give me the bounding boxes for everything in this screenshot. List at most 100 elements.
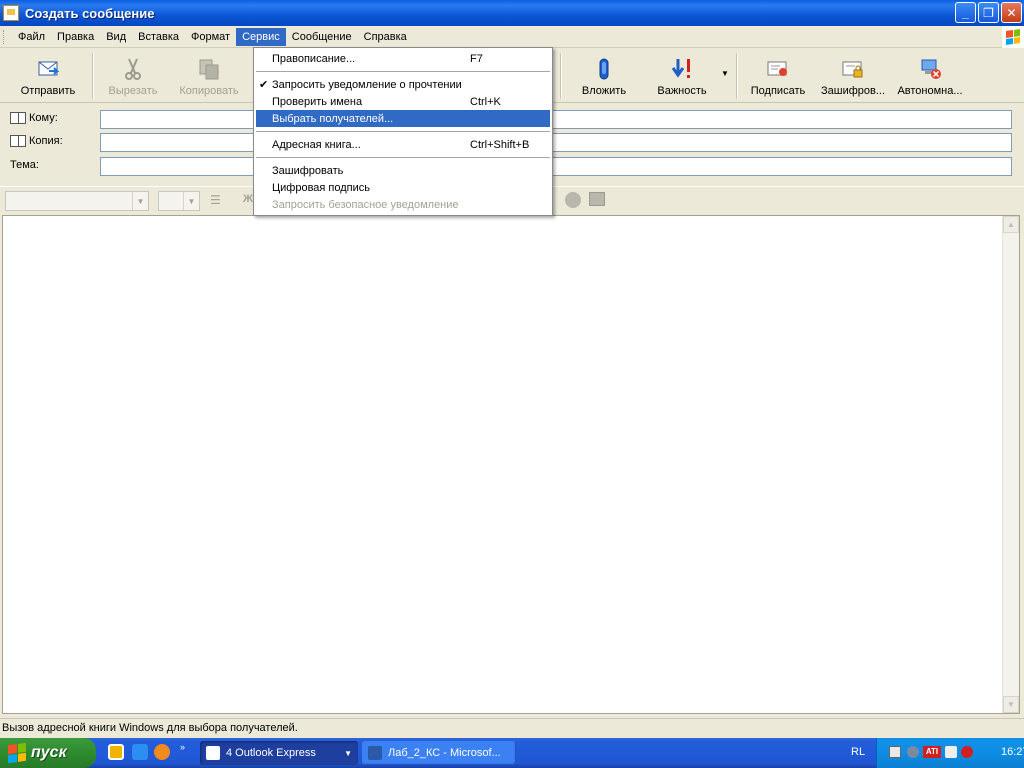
- toolbar-separator: [560, 53, 562, 99]
- menu-item-label: Цифровая подпись: [272, 181, 371, 194]
- tools-menu-item[interactable]: Выбрать получателей...: [256, 110, 550, 127]
- menu-tools[interactable]: Сервис: [236, 27, 286, 46]
- language-indicator[interactable]: RL: [851, 746, 865, 758]
- media-player-icon[interactable]: [154, 744, 170, 760]
- windows-logo-icon: [8, 742, 26, 764]
- tools-menu-dropdown: Правописание... F7 ✔ Запросить уведомление …: [253, 47, 553, 216]
- menu-item-label: Выбрать получателей...: [272, 112, 394, 125]
- status-bar: Вызов адресной книги Windows для выбора …: [0, 718, 1024, 738]
- menu-edit[interactable]: Правка: [51, 28, 100, 46]
- menu-separator: [256, 71, 550, 72]
- send-icon: [36, 57, 60, 81]
- address-book-icon: [10, 112, 26, 124]
- chevron-down-icon: ▼: [344, 748, 352, 758]
- maximize-button[interactable]: ❐: [978, 2, 999, 23]
- menu-insert[interactable]: Вставка: [132, 28, 185, 46]
- system-tray: ATI 16:27: [876, 738, 1024, 768]
- to-field[interactable]: [100, 110, 1012, 129]
- sign-button[interactable]: Подписать: [746, 53, 810, 99]
- priority-dropdown-arrow[interactable]: ▼: [721, 69, 729, 78]
- message-body[interactable]: ▲ ▼: [2, 215, 1020, 714]
- start-button[interactable]: пуск: [0, 738, 96, 768]
- menu-item-label: Правописание...: [272, 52, 356, 65]
- taskbar-item-word[interactable]: Лаб_2_КС - Microsof...: [362, 741, 516, 765]
- window-title: Создать сообщение: [25, 5, 155, 21]
- toolbar-separator: [92, 53, 94, 99]
- menu-item-label: Адресная книга...: [272, 138, 361, 151]
- ati-icon[interactable]: ATI: [923, 746, 941, 758]
- menu-file[interactable]: Файл: [12, 28, 51, 46]
- menu-bar: Файл Правка Вид Вставка Формат Сервис Со…: [0, 26, 1024, 48]
- paragraph-style-icon[interactable]: ☰: [210, 193, 221, 207]
- tools-menu-item[interactable]: ✔ Запросить уведомление о прочтении: [254, 76, 552, 93]
- toolbar-separator: [736, 53, 738, 99]
- title-bar[interactable]: Создать сообщение _ ❐ ✕: [0, 0, 1024, 26]
- menu-item-label: Запросить уведомление о прочтении: [272, 78, 462, 91]
- send-button[interactable]: Отправить: [14, 53, 82, 99]
- window-controls: _ ❐ ✕: [955, 2, 1022, 23]
- subject-field[interactable]: [100, 157, 1012, 176]
- internet-explorer-icon[interactable]: [132, 744, 148, 760]
- attach-button[interactable]: Вложить: [572, 53, 636, 99]
- to-label-button[interactable]: Кому:: [10, 112, 58, 124]
- tools-menu-item[interactable]: Цифровая подпись: [254, 179, 552, 196]
- body-scrollbar[interactable]: ▲ ▼: [1002, 216, 1019, 713]
- insert-picture-icon[interactable]: [589, 192, 605, 206]
- cc-label-button[interactable]: Копия:: [10, 135, 63, 147]
- font-size-select[interactable]: ▼: [158, 191, 200, 211]
- menu-help[interactable]: Справка: [358, 28, 413, 46]
- menu-item-label: Запросить безопасное уведомление: [272, 198, 459, 211]
- subject-label: Тема:: [10, 159, 39, 171]
- certificate-icon: [766, 57, 790, 81]
- menu-format[interactable]: Формат: [185, 28, 236, 46]
- priority-icon: [670, 57, 694, 81]
- checkmark-icon: ✔: [259, 79, 269, 91]
- menu-item-label: Проверить имена: [272, 95, 363, 108]
- security-alert-icon[interactable]: [961, 746, 973, 758]
- lock-icon: [841, 57, 865, 81]
- menu-view[interactable]: Вид: [100, 28, 132, 46]
- taskbar-item-outlook[interactable]: 4 Outlook Express ▼: [200, 741, 358, 765]
- bold-icon[interactable]: Ж: [243, 193, 253, 205]
- menu-item-label: Зашифровать: [272, 164, 344, 177]
- copy-button[interactable]: Копировать: [174, 53, 244, 99]
- word-document-icon: [368, 746, 382, 760]
- offline-button[interactable]: Автономна...: [893, 53, 967, 99]
- font-name-select[interactable]: ▼: [5, 191, 149, 211]
- quicklaunch-more-icon[interactable]: »: [180, 742, 185, 752]
- menu-item-shortcut: Ctrl+Shift+B: [470, 138, 530, 151]
- tools-menu-item[interactable]: Правописание... F7: [254, 50, 552, 67]
- encrypt-button[interactable]: Зашифров...: [818, 53, 888, 99]
- scissors-icon: [121, 57, 145, 81]
- tools-menu-item[interactable]: Адресная книга... Ctrl+Shift+B: [254, 136, 552, 153]
- new-message-icon: [3, 5, 19, 21]
- clock-icon[interactable]: [108, 744, 124, 760]
- copy-icon: [197, 57, 221, 81]
- scroll-up-icon[interactable]: ▲: [1003, 216, 1019, 233]
- taskbar: пуск » 4 Outlook Express ▼ Лаб_2_КС - Mi…: [0, 738, 1024, 768]
- outlook-express-icon: [206, 746, 220, 760]
- network-icon[interactable]: [889, 746, 901, 758]
- offline-icon: [918, 57, 942, 81]
- tools-menu-item: Запросить безопасное уведомление: [254, 196, 552, 213]
- cc-field[interactable]: [100, 133, 1012, 152]
- menu-item-shortcut: F7: [470, 52, 483, 65]
- menu-item-shortcut: Ctrl+K: [470, 95, 501, 108]
- tools-menu-item[interactable]: Проверить имена Ctrl+K: [254, 93, 552, 110]
- clock[interactable]: 16:27: [1001, 746, 1024, 758]
- volume-icon[interactable]: [907, 746, 919, 758]
- insert-hyperlink-icon[interactable]: [565, 192, 581, 208]
- tools-menu-item[interactable]: Зашифровать: [254, 162, 552, 179]
- address-book-icon: [10, 135, 26, 147]
- priority-button[interactable]: Важность: [648, 53, 716, 99]
- minimize-button[interactable]: _: [955, 2, 976, 23]
- safely-remove-icon[interactable]: [945, 746, 957, 758]
- paperclip-icon: [592, 57, 616, 81]
- menu-grip[interactable]: [3, 30, 6, 44]
- scroll-down-icon[interactable]: ▼: [1003, 696, 1019, 713]
- menu-separator: [256, 157, 550, 158]
- close-button[interactable]: ✕: [1001, 2, 1022, 23]
- menu-message[interactable]: Сообщение: [286, 28, 358, 46]
- menu-separator: [256, 131, 550, 132]
- cut-button[interactable]: Вырезать: [102, 53, 164, 99]
